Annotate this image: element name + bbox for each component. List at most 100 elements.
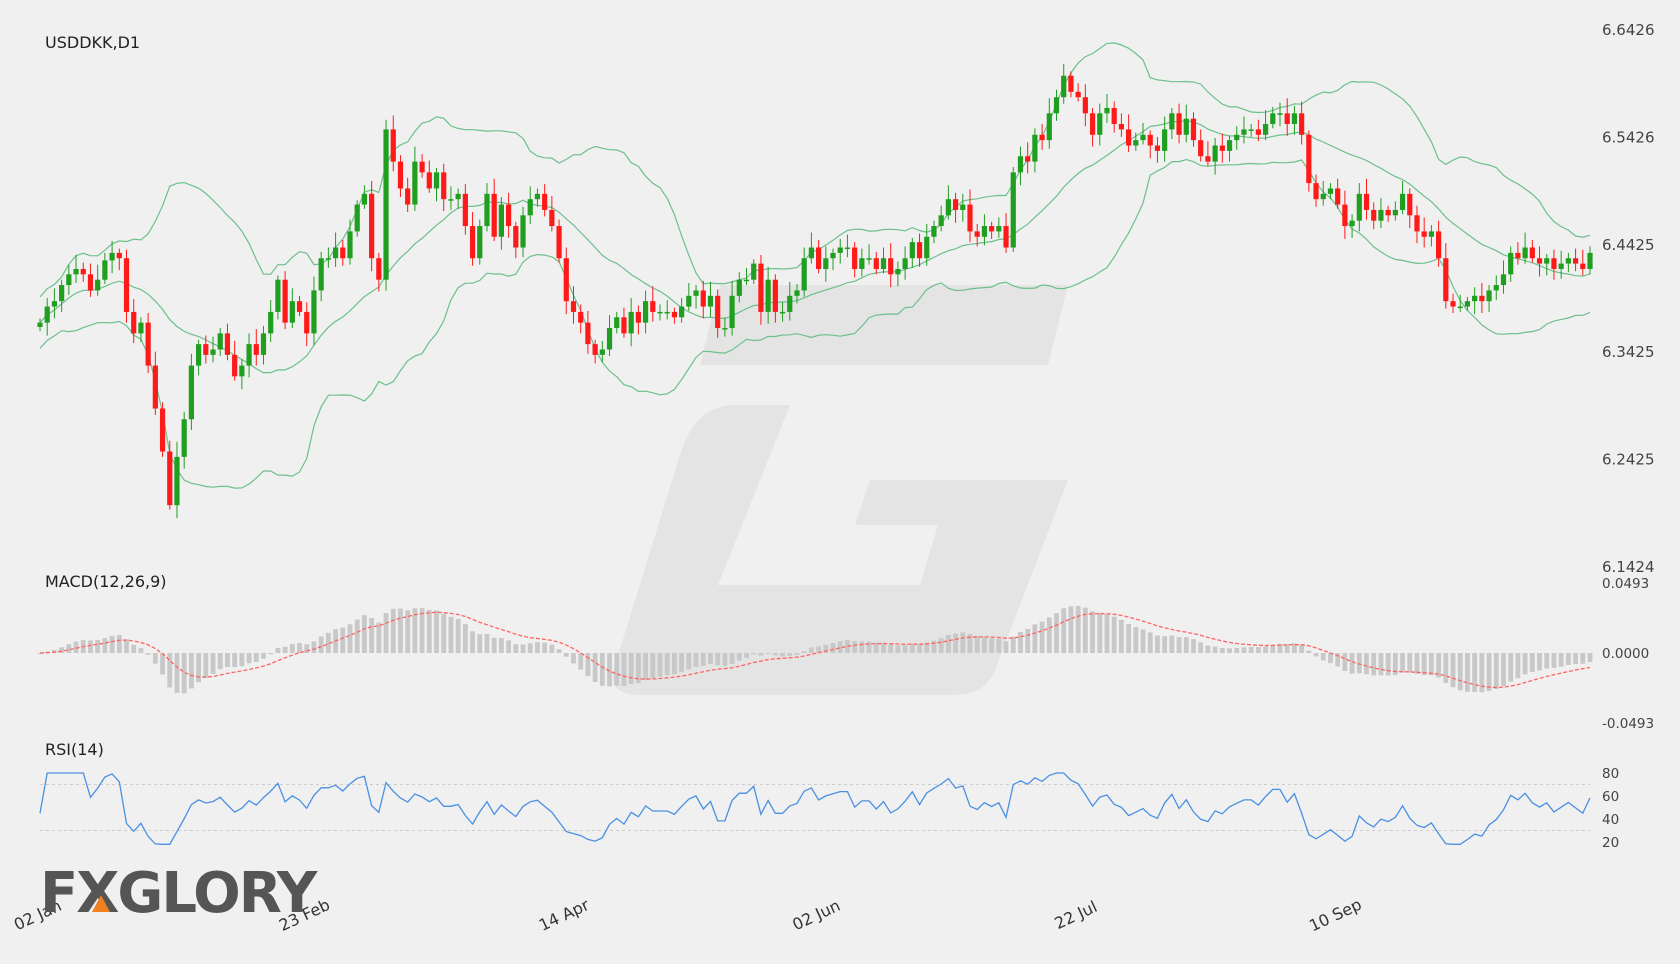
candle-body [592,344,598,355]
candle [260,325,267,365]
price-tick-label: 6.4425 [1602,236,1655,254]
macd-histogram-bar [700,653,706,666]
macd-histogram-bar [498,638,504,653]
candle-body [296,301,303,312]
candle-body [844,247,851,250]
candle-body [51,301,58,307]
candle [268,300,274,342]
macd-title: MACD(12,26,9) [45,572,167,591]
candle-body [823,258,829,269]
candle-body [729,295,735,329]
candle-body [1291,113,1298,125]
candle-body [1457,306,1463,309]
candle-body [888,258,894,275]
candle [1126,114,1132,152]
macd-histogram-bar [124,639,129,653]
candle-body [722,328,728,330]
candle [707,281,714,318]
macd-histogram-bar [960,632,966,653]
macd-histogram-bar [188,653,194,689]
candle-body [1565,258,1571,264]
candle-body [1392,209,1398,216]
macd-histogram-bar [66,644,72,653]
candle [232,340,238,381]
candle [1399,180,1406,215]
candle-body [693,290,699,296]
candle [477,219,483,265]
candle [873,251,879,275]
candle [1082,84,1088,127]
candle-body [549,209,555,227]
macd-histogram-bar [1364,653,1369,675]
candle [1371,202,1377,230]
candle [628,297,634,347]
macd-histogram-bar [1046,617,1052,653]
candle-body [66,274,72,286]
candle [1335,178,1341,209]
candle-body [1212,145,1218,162]
macd-histogram-bar [830,643,836,653]
candle [563,247,569,315]
candle-body [671,311,678,318]
candle [116,248,122,271]
candle [462,184,468,235]
candle-body [1443,258,1449,302]
candle [1356,183,1362,232]
candle-body [311,290,317,334]
candle [441,163,447,212]
candle-body [787,295,793,312]
macd-histogram-bar [1140,629,1146,653]
macd-histogram-bar [246,653,252,664]
candle-body [1277,113,1283,115]
macd-histogram-bar [672,653,677,675]
macd-histogram-bar [239,653,245,667]
macd-histogram-bar [160,653,165,675]
candle [1572,248,1579,272]
candle-body [1342,204,1348,227]
macd-histogram-bar [1118,619,1124,653]
candle-body [188,365,194,420]
candle [823,246,829,282]
candle-body [73,268,79,275]
macd-histogram-bar [441,613,447,653]
candle-body [116,252,122,259]
candle-body [1025,156,1031,162]
macd-histogram-bar [217,653,223,670]
candle-body [1464,301,1471,307]
candle [1421,217,1427,248]
candle [1493,275,1499,301]
macd-histogram-bar [304,644,310,653]
candle-body [1371,209,1377,221]
macd-histogram-bar [909,643,915,653]
candle [686,282,692,311]
candle [1277,102,1283,127]
macd-histogram-bar [340,627,346,653]
candle-body [1551,258,1557,269]
candle [484,183,490,232]
candle [1118,113,1124,137]
candle-body [1089,113,1096,135]
macd-histogram-bar [1219,648,1225,653]
macd-histogram-bar [1198,642,1204,653]
macd-histogram-bar [1039,621,1045,653]
macd-histogram-bar [1428,653,1434,676]
candle [1017,146,1024,186]
candle [397,155,404,198]
candle-body [1169,113,1175,130]
candle-body [1479,295,1485,302]
candle-body [1356,193,1362,221]
candle [527,186,533,224]
macd-histogram-bar [1400,653,1405,673]
candle-body [246,344,252,366]
candle-body [1262,124,1269,135]
candle [866,244,872,265]
candle [1248,124,1254,137]
macd-histogram-bar [1299,644,1305,653]
candle-body [1327,188,1334,194]
candle [614,311,620,334]
macd-histogram-bar [556,649,562,653]
macd-histogram-bar [174,653,180,693]
candle [419,154,425,178]
candle-body [707,295,714,307]
candle [66,264,72,295]
